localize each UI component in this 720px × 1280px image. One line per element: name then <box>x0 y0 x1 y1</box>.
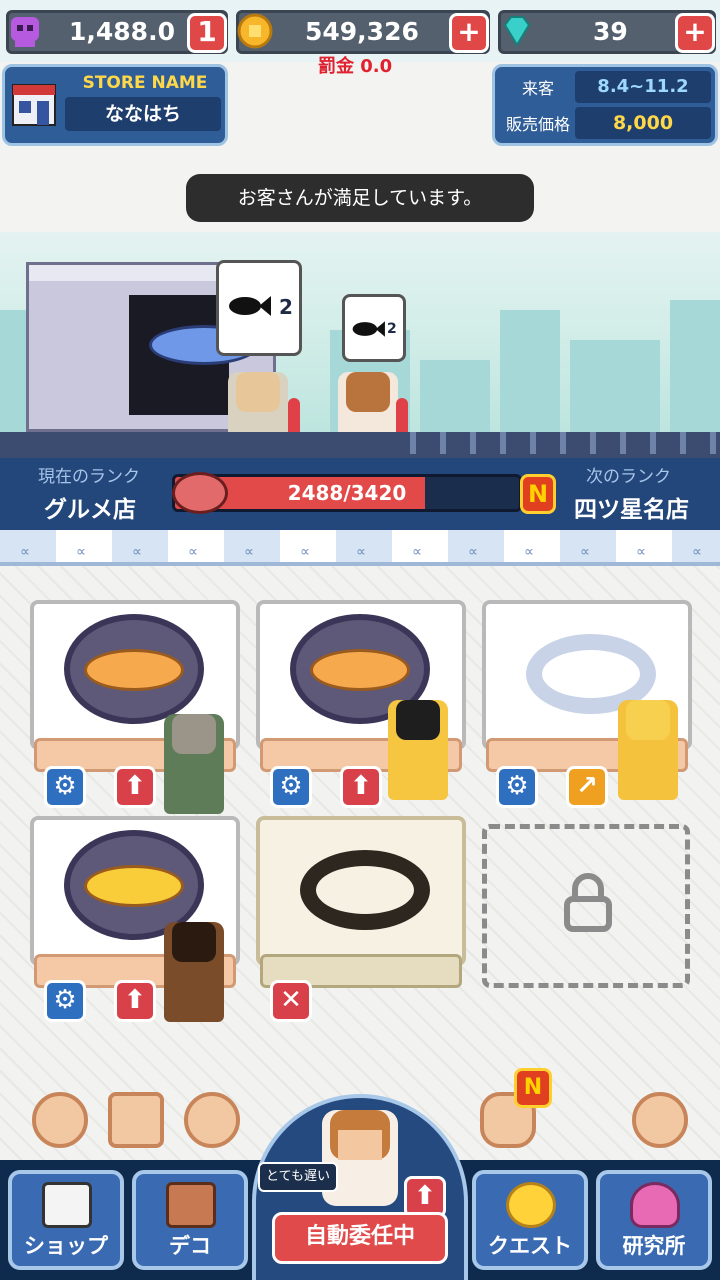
station-3-evolve-button[interactable]: ↗ <box>566 766 608 808</box>
cook-character <box>618 700 678 800</box>
awning-mark: ∝ <box>188 544 199 560</box>
nav-deco-label: デコ <box>169 1234 211 1258</box>
buy-gems-button[interactable]: + <box>675 13 715 53</box>
globe-icon[interactable] <box>32 1092 88 1148</box>
awning: ∝ ∝ ∝ ∝ ∝ ∝ ∝ ∝ ∝ ∝ ∝ ∝ ∝ <box>0 530 720 566</box>
currency-bar: 1,488.0 1 549,326 + 39 + 罰金 0.0 <box>0 0 720 77</box>
auto-delegate-button[interactable]: 自動委任中 <box>272 1212 448 1264</box>
nav-shop-button[interactable]: ショップ <box>8 1170 124 1270</box>
price-value: 8,000 <box>575 107 711 139</box>
price-label: 販売価格 <box>505 115 570 134</box>
lock-icon <box>563 873 613 937</box>
storefront-icon <box>11 81 57 129</box>
station-1-upgrade-button[interactable]: ⬆ <box>114 766 156 808</box>
deco-crate-icon <box>166 1182 216 1228</box>
awning-mark: ∝ <box>20 544 31 560</box>
crown-icon[interactable] <box>108 1092 164 1148</box>
station-4-settings-button[interactable]: ⚙ <box>44 980 86 1022</box>
settings-gear-icon[interactable] <box>632 1092 688 1148</box>
order-bubble-1: 2 <box>216 260 302 356</box>
awning-mark: ∝ <box>76 544 87 560</box>
fish-icon <box>310 649 410 691</box>
station-2-upgrade-button[interactable]: ⬆ <box>340 766 382 808</box>
skull-icon <box>5 11 45 51</box>
medal-icon <box>506 1182 556 1228</box>
store-name-value: ななはち <box>65 97 221 131</box>
nav-lab-button[interactable]: 研究所 <box>596 1170 712 1270</box>
visitors-label: 来客 <box>521 79 554 98</box>
order-bubble-2: 2 <box>342 294 406 362</box>
cooking-station-5[interactable] <box>256 816 466 988</box>
awning-mark: ∝ <box>468 544 479 560</box>
awning-mark: ∝ <box>580 544 591 560</box>
rank-bar[interactable]: 現在のランク グルメ店 2488/3420 次のランク 四ツ星名店 <box>0 458 720 530</box>
flask-icon <box>630 1182 680 1228</box>
cook-character <box>164 922 224 1022</box>
donut-icon[interactable] <box>184 1092 240 1148</box>
gem-value: 39 <box>593 17 628 46</box>
lips-icon <box>172 472 228 514</box>
awning-mark: ∝ <box>524 544 535 560</box>
buy-coins-button[interactable]: + <box>449 13 489 53</box>
nav-quest-label: クエスト <box>488 1234 572 1258</box>
next-rank-label: 次のランク <box>586 467 671 487</box>
store-name-panel[interactable]: STORE NAME ななはち <box>2 64 228 146</box>
store-name-label: STORE NAME <box>82 73 208 93</box>
coin-value: 549,326 <box>305 17 419 46</box>
station-2-settings-button[interactable]: ⚙ <box>270 766 312 808</box>
nav-deco-button[interactable]: デコ <box>132 1170 248 1270</box>
station-1-settings-button[interactable]: ⚙ <box>44 766 86 808</box>
fish-icon <box>84 649 184 691</box>
energy-counter: 1,488.0 1 <box>6 10 228 54</box>
nav-lab-label: 研究所 <box>622 1234 686 1258</box>
current-rank-value: グルメ店 <box>44 497 136 523</box>
locked-slot[interactable] <box>482 824 690 988</box>
penalty-text: 罰金 0.0 <box>318 56 393 77</box>
nav-shop-label: ショップ <box>24 1234 108 1258</box>
awning-mark: ∝ <box>132 544 143 560</box>
cook-character <box>164 714 224 814</box>
friends-notify-badge: N <box>514 1068 552 1108</box>
awning-mark: ∝ <box>356 544 367 560</box>
energy-value: 1,488.0 <box>69 17 175 46</box>
street-railing <box>0 432 720 460</box>
awning-mark: ∝ <box>412 544 423 560</box>
energy-badge[interactable]: 1 <box>187 13 227 53</box>
shop-icon <box>42 1182 92 1228</box>
awning-mark: ∝ <box>692 544 703 560</box>
diamond-icon <box>497 11 537 51</box>
awning-mark: ∝ <box>300 544 311 560</box>
store-stats-panel: 来客 8.4~11.2 販売価格 8,000 <box>492 64 718 146</box>
speed-label: とても遅い <box>258 1162 338 1192</box>
nav-quest-button[interactable]: クエスト <box>472 1170 588 1270</box>
cook-character <box>388 700 448 800</box>
visitors-value: 8.4~11.2 <box>575 71 711 103</box>
fish-icon <box>227 293 271 323</box>
status-toast: お客さんが満足しています。 <box>186 174 534 222</box>
awning-mark: ∝ <box>244 544 255 560</box>
order-2-count: 2 <box>387 321 397 337</box>
ring-icon <box>300 850 430 930</box>
street-scene: 2 2 <box>0 232 720 460</box>
coin-icon <box>235 11 275 51</box>
awning-mark: ∝ <box>636 544 647 560</box>
next-rank-badge: N <box>520 474 556 514</box>
station-4-upgrade-button[interactable]: ⬆ <box>114 980 156 1022</box>
order-1-count: 2 <box>279 295 293 319</box>
next-rank-value: 四ツ星名店 <box>574 497 689 523</box>
gem-counter: 39 + <box>498 10 716 54</box>
current-rank-label: 現在のランク <box>38 467 140 487</box>
station-5-remove-button[interactable]: ✕ <box>270 980 312 1022</box>
coin-counter: 549,326 + <box>236 10 490 54</box>
station-3-settings-button[interactable]: ⚙ <box>496 766 538 808</box>
fish-icon <box>84 865 184 907</box>
fish-icon <box>351 319 385 343</box>
